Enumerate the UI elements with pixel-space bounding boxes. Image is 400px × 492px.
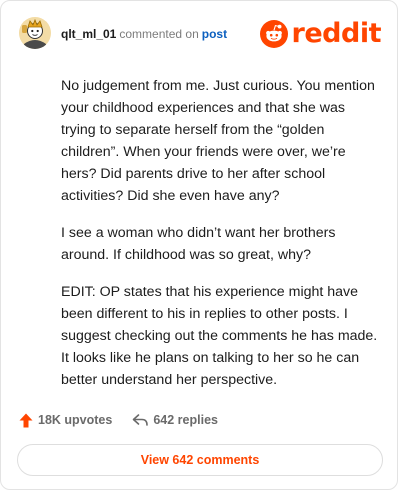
reply-arrow-icon xyxy=(133,414,149,426)
reddit-logo[interactable]: reddit xyxy=(259,18,382,50)
comment-header: qlt_ml_01 commented on post reddit xyxy=(19,17,382,51)
comment-body: No judgement from me. Just curious. You … xyxy=(61,75,379,406)
comment-card: qlt_ml_01 commented on post reddit No judg… xyxy=(0,0,398,490)
upvote-button[interactable]: 18K upvotes xyxy=(19,413,112,428)
comment-paragraph: EDIT: OP states that his experience migh… xyxy=(61,284,378,388)
comment-paragraph: I see a woman who didn’t want her brothe… xyxy=(61,225,336,263)
username[interactable]: qlt_ml_01 xyxy=(61,27,116,41)
avatar-icon xyxy=(19,17,51,49)
user-avatar[interactable] xyxy=(19,17,51,49)
reddit-alien-icon xyxy=(259,20,288,48)
comment-actions: 18K upvotes 642 replies xyxy=(19,409,218,431)
upvote-count: 18K upvotes xyxy=(38,413,113,427)
reply-button[interactable]: 642 replies xyxy=(132,413,218,427)
reddit-wordmark: reddit xyxy=(291,18,382,49)
comment-meta: qlt_ml_01 commented on post xyxy=(61,27,227,41)
view-comments-button[interactable]: View 642 comments xyxy=(17,444,383,476)
comment-paragraph: No judgement from me. Just curious. You … xyxy=(61,78,375,204)
post-link[interactable]: post xyxy=(202,27,227,41)
reply-count: 642 replies xyxy=(153,413,218,427)
upvote-arrow-icon xyxy=(19,413,33,427)
action-text: commented on xyxy=(119,27,199,41)
